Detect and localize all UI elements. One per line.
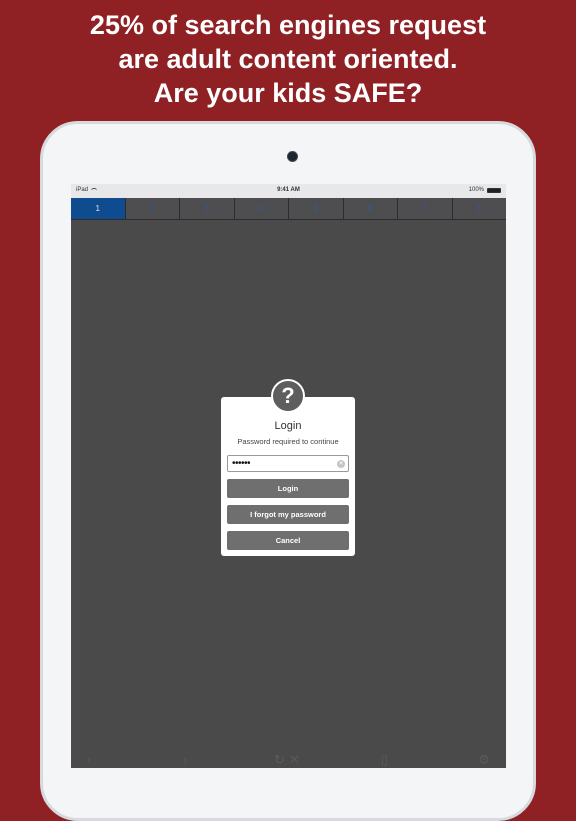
- question-icon: ?: [271, 379, 305, 413]
- tab-2[interactable]: 2: [126, 198, 180, 219]
- headline: 25% of search engines request are adult …: [0, 8, 576, 110]
- bottom-toolbar: ‹ › ↻ ✕ ▯ ⚙: [71, 748, 506, 768]
- tab-5[interactable]: 5: [289, 198, 344, 219]
- headline-line-3: Are your kids SAFE?: [153, 78, 423, 108]
- dialog-subtitle: Password required to continue: [237, 437, 339, 446]
- headline-line-2: are adult content oriented.: [118, 44, 458, 74]
- login-button[interactable]: Login: [227, 479, 349, 498]
- back-arrow-icon[interactable]: ‹: [87, 752, 91, 768]
- tab-8[interactable]: 8: [453, 198, 507, 219]
- headline-line-1: 25% of search engines request: [89, 10, 487, 40]
- tab-6[interactable]: 6: [344, 198, 398, 219]
- battery-icon: [487, 187, 501, 193]
- tab-1[interactable]: 1: [71, 198, 126, 219]
- clear-icon[interactable]: ✕: [337, 460, 345, 468]
- battery-percent: 100%: [468, 187, 484, 193]
- tab-7[interactable]: 7: [398, 198, 453, 219]
- settings-gear-icon[interactable]: ⚙: [478, 752, 490, 768]
- status-time: 9:41 AM: [277, 187, 300, 193]
- reload-icon[interactable]: ↻: [274, 752, 285, 768]
- password-field[interactable]: •••••• ✕: [227, 455, 349, 472]
- camera-icon: [287, 151, 298, 162]
- cancel-button[interactable]: Cancel: [227, 531, 349, 550]
- tab-4[interactable]: 4: [235, 198, 289, 219]
- password-value: ••••••: [232, 458, 251, 469]
- tab-3[interactable]: 3: [180, 198, 235, 219]
- forgot-password-button[interactable]: I forgot my password: [227, 505, 349, 524]
- ipad-screen: iPad 9:41 AM 100% 1 2 3 4 5 6 7 8 ? Logi…: [71, 184, 506, 768]
- status-bar: iPad 9:41 AM 100%: [71, 184, 506, 198]
- forward-arrow-icon[interactable]: ›: [183, 752, 187, 768]
- dialog-title: Login: [274, 420, 302, 432]
- login-dialog: ? Login Password required to continue ••…: [221, 379, 355, 556]
- stop-icon[interactable]: ✕: [289, 752, 300, 768]
- bookmarks-icon[interactable]: ▯: [381, 752, 388, 768]
- tab-bar: 1 2 3 4 5 6 7 8: [71, 198, 506, 220]
